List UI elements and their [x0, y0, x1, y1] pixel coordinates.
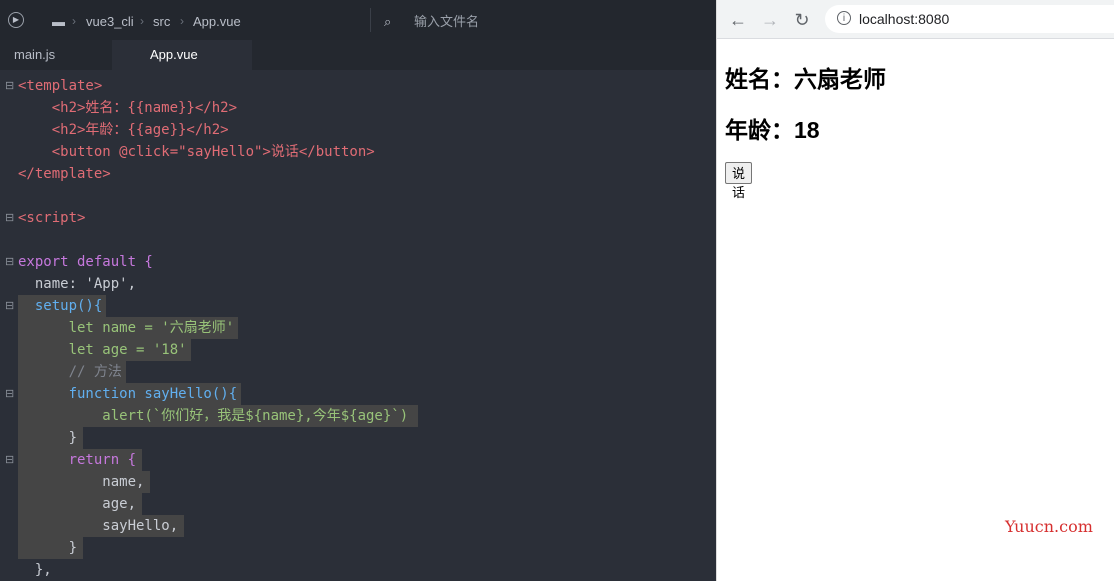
- folder-icon: ▬: [52, 14, 65, 29]
- code-line: </template>: [18, 166, 111, 182]
- code-editor: ▶ ▬ › vue3_cli › src › App.vue ⌕ 输入文件名 m…: [0, 0, 716, 581]
- code-line: }: [18, 427, 84, 449]
- code-line: // 方法: [18, 361, 126, 383]
- fold-icon[interactable]: ⊟: [5, 211, 15, 224]
- name-heading: 姓名：六扇老师: [725, 66, 886, 92]
- chevron-right-icon: ›: [180, 14, 184, 28]
- fold-icon[interactable]: ⊟: [5, 79, 15, 92]
- url-text: localhost:8080: [859, 11, 950, 27]
- fold-icon[interactable]: ⊟: [5, 255, 15, 268]
- breadcrumb-item[interactable]: App.vue: [193, 14, 241, 30]
- code-line: return {: [18, 449, 143, 471]
- divider: [370, 8, 371, 32]
- watermark: Yuucn.com: [1005, 517, 1093, 536]
- editor-tabs: main.js App.vue: [0, 40, 716, 70]
- code-line: <template>: [18, 78, 103, 94]
- code-line: age,: [18, 493, 143, 515]
- code-line: <h2>年龄：{{age}}</h2>: [18, 122, 229, 138]
- age-heading: 年龄：18: [725, 117, 820, 143]
- code-line: let name = '六扇老师': [18, 317, 239, 339]
- code-line: name: 'App',: [18, 276, 137, 292]
- breadcrumb: ▶ ▬ › vue3_cli › src › App.vue ⌕ 输入文件名: [0, 0, 716, 40]
- code-line: let age = '18': [18, 339, 191, 361]
- code-line: <button @click="sayHello">说话</button>: [18, 144, 375, 160]
- code-line: export default {: [18, 254, 153, 270]
- breadcrumb-item[interactable]: vue3_cli: [86, 14, 134, 30]
- code-line: function sayHello(){: [18, 383, 242, 405]
- code-line: setup(){: [18, 295, 107, 317]
- info-icon[interactable]: i: [837, 11, 851, 25]
- browser-window: ← → ↻ i localhost:8080 姓名：六扇老师 年龄：18 说话 …: [716, 0, 1114, 581]
- code-line: },: [18, 562, 52, 578]
- fold-icon[interactable]: ⊟: [5, 387, 15, 400]
- code-line: name,: [18, 471, 151, 493]
- tab-main-js[interactable]: main.js: [0, 40, 112, 70]
- file-search-input[interactable]: 输入文件名: [414, 14, 479, 30]
- browser-toolbar: ← → ↻ i localhost:8080: [717, 0, 1114, 39]
- code-line: }: [18, 537, 84, 559]
- code-line: alert(`你们好，我是${name},今年${age}`): [18, 405, 419, 427]
- reload-icon[interactable]: ↻: [791, 9, 813, 31]
- breadcrumb-item[interactable]: src: [153, 14, 170, 30]
- code-line: sayHello,: [18, 515, 185, 537]
- run-icon[interactable]: ▶: [8, 12, 24, 28]
- code-line: <h2>姓名：{{name}}</h2>: [18, 100, 238, 116]
- address-bar[interactable]: i localhost:8080: [825, 5, 1114, 33]
- back-arrow-icon[interactable]: ←: [727, 9, 749, 31]
- fold-icon[interactable]: ⊟: [5, 299, 15, 312]
- fold-icon[interactable]: ⊟: [5, 453, 15, 466]
- tab-app-vue[interactable]: App.vue: [112, 40, 252, 70]
- code-line: <script>: [18, 210, 86, 226]
- file-search-icon: ⌕: [384, 14, 392, 29]
- forward-arrow-icon[interactable]: →: [759, 9, 781, 31]
- say-hello-button[interactable]: 说话: [725, 162, 753, 201]
- chevron-right-icon: ›: [140, 14, 144, 28]
- chevron-right-icon: ›: [72, 14, 76, 28]
